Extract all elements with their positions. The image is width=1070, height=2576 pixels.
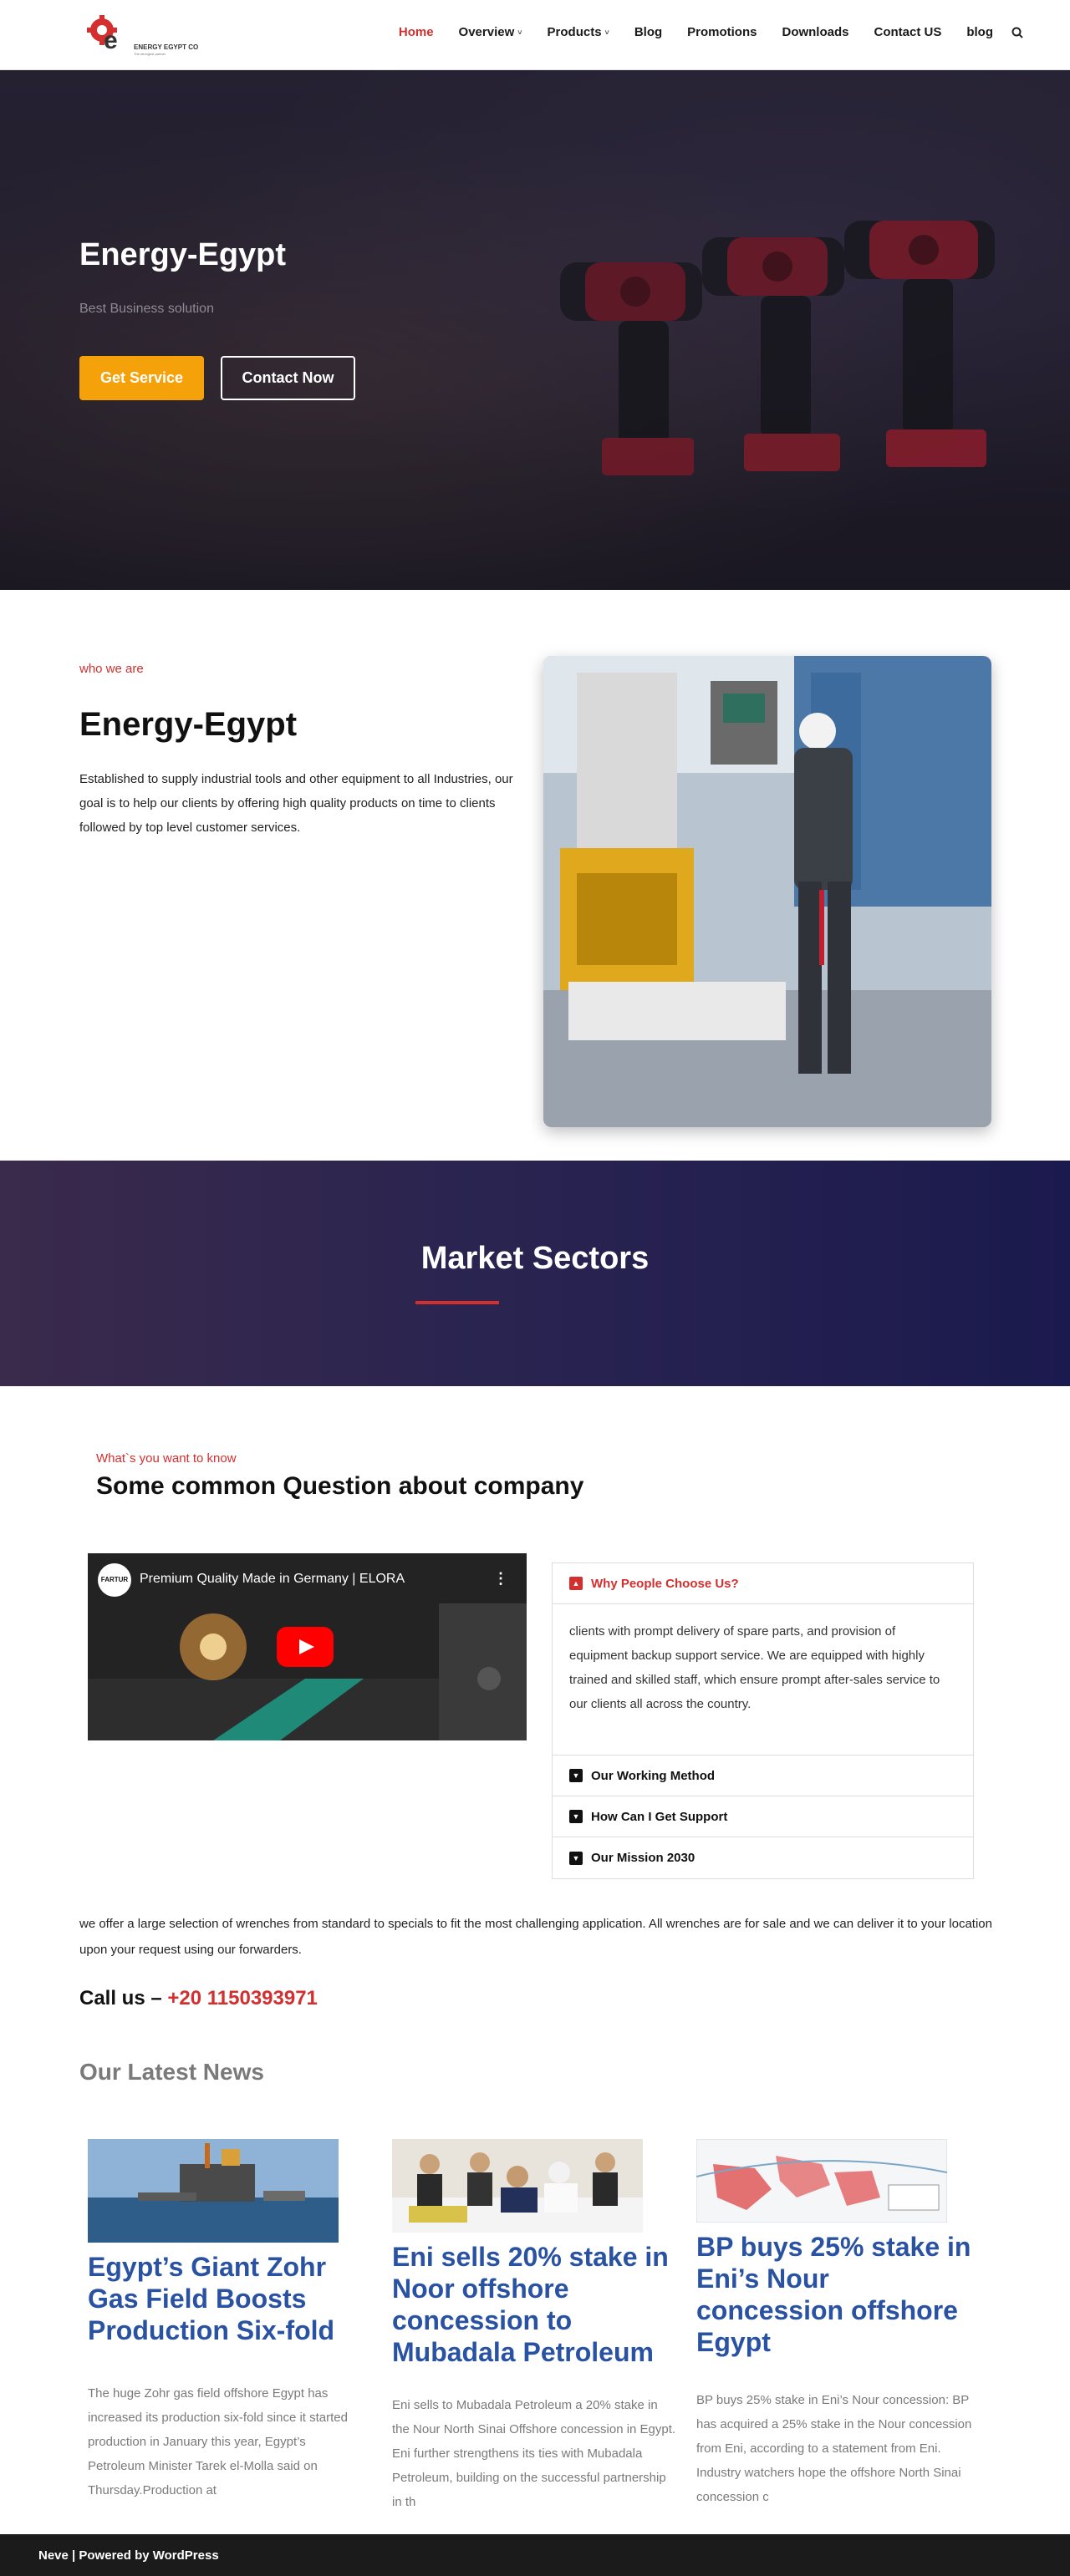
offer-text: we offer a large selection of wrenches f… <box>79 1917 992 1957</box>
nav-contact-us[interactable]: Contact US <box>874 25 942 39</box>
chevron-down-icon: ˅ <box>604 28 609 37</box>
nav-promotions[interactable]: Promotions <box>687 25 757 39</box>
faq-accordion: ▲ Why People Choose Us? clients with pro… <box>552 1562 974 1879</box>
nav-blog[interactable]: Blog <box>634 25 662 39</box>
logo-text: ENERGY EGYPT CO <box>134 43 199 51</box>
market-sectors-section: Market Sectors <box>0 1161 1070 1386</box>
nav-downloads[interactable]: Downloads <box>782 25 848 39</box>
hero-overlay <box>0 70 1070 590</box>
news-excerpt: Eni sells to Mubadala Petroleum a 20% st… <box>392 2398 676 2509</box>
hero-subtitle: Best Business solution <box>79 302 214 316</box>
news-excerpt: BP buys 25% stake in Eni’s Nour concessi… <box>696 2393 972 2504</box>
news-title-link[interactable]: Eni sells 20% stake in Noor offshore con… <box>392 2241 676 2368</box>
accordion-label: Our Mission 2030 <box>591 1851 696 1865</box>
footer-credit[interactable]: Neve | Powered by WordPress <box>38 2548 219 2563</box>
news-card: Egypt’s Giant Zohr Gas Field Boosts Prod… <box>88 2139 359 2502</box>
about-eyebrow: who we are <box>79 662 144 676</box>
search-icon[interactable] <box>1011 27 1023 38</box>
chevron-down-icon: ˅ <box>517 28 522 37</box>
accordion-label: Why People Choose Us? <box>591 1576 739 1591</box>
channel-avatar[interactable]: FARTUR <box>98 1563 131 1597</box>
logo-tagline: The strongest partner <box>134 52 166 56</box>
video-player[interactable]: FARTUR Premium Quality Made in Germany |… <box>88 1553 527 1740</box>
expand-icon: ▼ <box>569 1769 583 1782</box>
phone-link[interactable]: +20 1150393971 <box>167 1987 318 2009</box>
nav-products[interactable]: Products ˅ <box>548 25 609 39</box>
news-card: Eni sells 20% stake in Noor offshore con… <box>392 2139 676 2514</box>
accordion-item-working-method[interactable]: ▼ Our Working Method <box>553 1755 973 1796</box>
title-underline <box>415 1301 499 1304</box>
market-sectors-title: Market Sectors <box>420 1241 650 1276</box>
accordion-item-get-support[interactable]: ▼ How Can I Get Support <box>553 1796 973 1837</box>
contact-now-button[interactable]: Contact Now <box>221 356 355 400</box>
play-icon[interactable] <box>277 1627 334 1667</box>
faq-eyebrow: What`s you want to know <box>96 1451 237 1466</box>
expand-icon: ▼ <box>569 1810 583 1823</box>
get-service-button[interactable]: Get Service <box>79 356 204 400</box>
expand-icon: ▼ <box>569 1851 583 1865</box>
nav-blog-secondary[interactable]: blog <box>966 25 993 39</box>
more-options-icon[interactable]: ⋮ <box>493 1570 508 1588</box>
nav-home[interactable]: Home <box>399 25 434 39</box>
news-image-concession-map[interactable] <box>696 2139 947 2223</box>
accordion-label: Our Working Method <box>591 1768 716 1783</box>
news-image-offshore-rig[interactable] <box>88 2139 339 2243</box>
svg-text:e: e <box>104 27 118 54</box>
collapse-icon: ▲ <box>569 1577 583 1590</box>
accordion-item-why-choose-us[interactable]: ▲ Why People Choose Us? <box>553 1563 973 1604</box>
news-card: BP buys 25% stake in Eni’s Nour concessi… <box>696 2139 981 2509</box>
main-nav: Home Overview ˅ Products ˅ Blog Promotions… <box>374 25 1023 39</box>
faq-title: Some common Question about company <box>96 1472 584 1500</box>
news-excerpt: The huge Zohr gas field offshore Egypt h… <box>88 2386 348 2497</box>
accordion-label: How Can I Get Support <box>591 1809 728 1824</box>
latest-news-heading: Our Latest News <box>79 2059 264 2085</box>
news-title-link[interactable]: BP buys 25% stake in Eni’s Nour concessi… <box>696 2231 981 2358</box>
call-us: Call us – +20 1150393971 <box>79 1987 318 2010</box>
news-title-link[interactable]: Egypt’s Giant Zohr Gas Field Boosts Prod… <box>88 2251 359 2346</box>
factory-worker-photo <box>543 656 991 1127</box>
about-title: Energy-Egypt <box>79 706 298 743</box>
site-logo[interactable]: e ENERGY EGYPT CO The strongest partner <box>85 12 198 60</box>
site-footer: Neve | Powered by WordPress <box>0 2534 1070 2576</box>
about-text: Established to supply industrial tools a… <box>79 772 513 835</box>
news-image-signing-ceremony[interactable] <box>392 2139 643 2233</box>
gear-logo-icon: e <box>87 15 118 54</box>
call-us-label: Call us – <box>79 1987 168 2009</box>
hero-title: Energy-Egypt <box>79 237 287 272</box>
site-header: e ENERGY EGYPT CO The strongest partner … <box>0 0 1070 70</box>
nav-overview[interactable]: Overview ˅ <box>459 25 522 39</box>
video-title[interactable]: Premium Quality Made in Germany | ELORA <box>140 1572 405 1587</box>
accordion-item-mission-2030[interactable]: ▼ Our Mission 2030 <box>553 1837 973 1878</box>
accordion-body: clients with prompt delivery of spare pa… <box>553 1604 973 1755</box>
hero-section: Energy-Egypt Best Business solution Get … <box>0 70 1070 590</box>
